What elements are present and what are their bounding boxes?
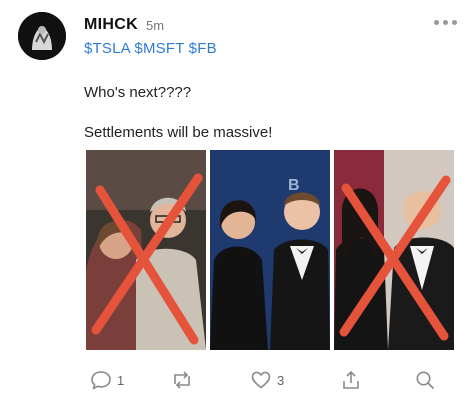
- share-button[interactable]: [340, 368, 362, 392]
- post-text-line-1: Who's next????: [84, 84, 192, 101]
- search-icon: [416, 371, 434, 389]
- share-icon: [343, 370, 359, 389]
- username[interactable]: MIHCK: [84, 16, 138, 34]
- photo-couple-1: [86, 150, 206, 350]
- like-button[interactable]: 3: [250, 368, 284, 392]
- post-image[interactable]: B PI: [86, 150, 454, 350]
- reshare-icon: [174, 371, 190, 389]
- post-text-line-2: Settlements will be massive!: [84, 124, 273, 141]
- more-icon[interactable]: [430, 14, 460, 30]
- reply-count: 1: [117, 372, 125, 388]
- reshare-button[interactable]: [170, 368, 194, 392]
- svg-text:B: B: [288, 177, 300, 194]
- like-icon: [251, 371, 271, 389]
- avatar[interactable]: [18, 12, 66, 60]
- photo-couple-3: [334, 150, 454, 350]
- search-button[interactable]: [414, 368, 436, 392]
- reply-button[interactable]: 1: [90, 368, 124, 392]
- ticker-tags[interactable]: $TSLA $MSFT $FB: [84, 40, 217, 57]
- post-timestamp: 5m: [146, 18, 165, 33]
- reply-icon: [91, 371, 111, 390]
- post-card: MIHCK 5m $TSLA $MSFT $FB Who's next???? …: [0, 0, 474, 402]
- like-count: 3: [277, 372, 285, 388]
- post-actions: 1 3: [88, 368, 448, 392]
- photo-couple-2: B PI: [210, 150, 330, 350]
